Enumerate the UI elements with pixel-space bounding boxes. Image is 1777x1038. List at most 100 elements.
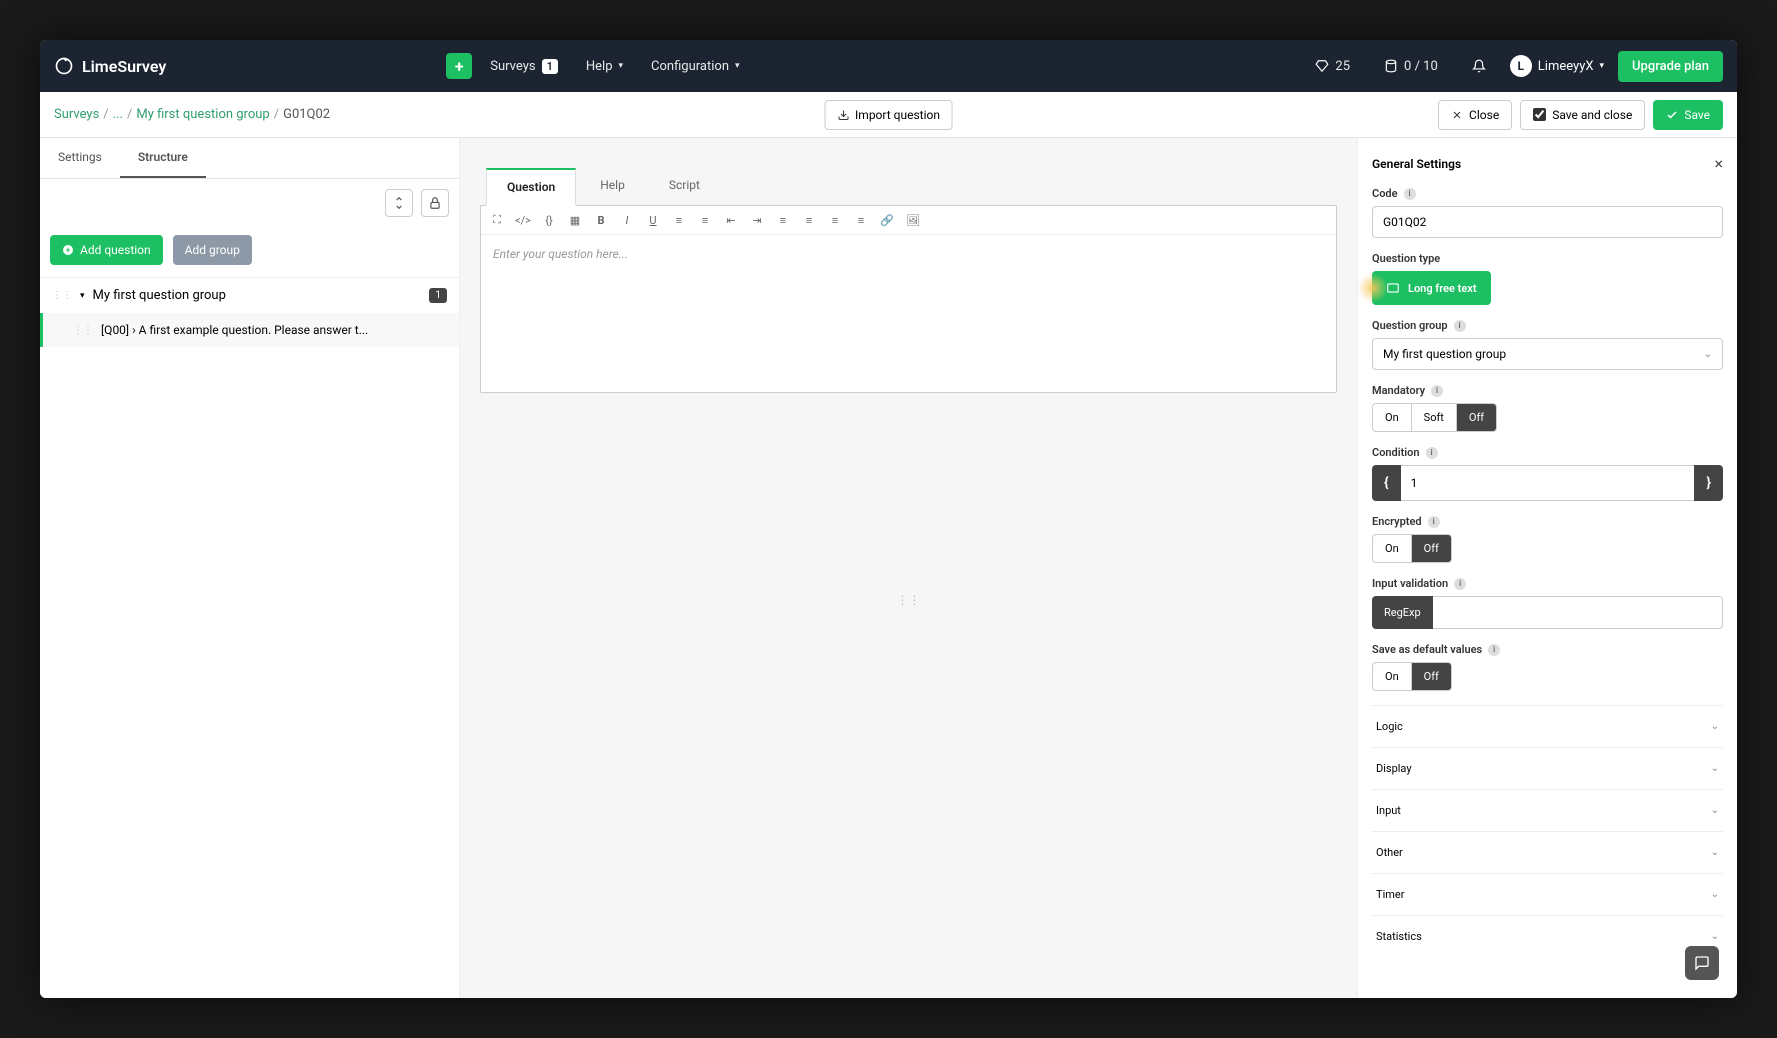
brand-logo[interactable]: LimeSurvey — [54, 56, 166, 76]
encrypted-off[interactable]: Off — [1412, 535, 1451, 562]
question-type-button[interactable]: Long free text — [1372, 271, 1491, 305]
rich-text-editor[interactable]: ⛶ </> {} ▦ B I U ≡ ≡ ⇤ ⇥ ≡ ≡ ≡ ≡ 🔗 🖼 — [480, 205, 1337, 393]
align-left-icon[interactable]: ≡ — [775, 212, 791, 228]
bullet-list-icon[interactable]: ≡ — [671, 212, 687, 228]
mandatory-on[interactable]: On — [1373, 404, 1412, 431]
question-row[interactable]: ⋮⋮ [Q00] › A first example question. Ple… — [40, 313, 459, 347]
link-icon[interactable]: 🔗 — [879, 212, 895, 228]
info-icon[interactable]: i — [1431, 385, 1443, 397]
bold-icon[interactable]: B — [593, 212, 609, 228]
editor-tab-script[interactable]: Script — [649, 168, 720, 205]
editor-tab-question[interactable]: Question — [486, 168, 576, 206]
create-button[interactable]: + — [446, 53, 472, 79]
import-question-button[interactable]: Import question — [824, 100, 953, 130]
limesurvey-icon — [54, 56, 74, 76]
condition-label: Condition — [1372, 446, 1420, 459]
regexp-input[interactable] — [1433, 596, 1723, 629]
lock-button[interactable] — [421, 189, 449, 217]
chevron-down-icon: ⌄ — [1711, 721, 1719, 732]
accordion-logic[interactable]: Logic⌄ — [1372, 705, 1723, 747]
chevron-down-icon[interactable]: ▾ — [80, 291, 85, 301]
indent-icon[interactable]: ⇥ — [749, 212, 765, 228]
crumb-group[interactable]: My first question group — [136, 107, 269, 122]
info-icon[interactable]: i — [1454, 578, 1466, 590]
diamond-icon — [1315, 59, 1329, 73]
feedback-fab[interactable] — [1685, 946, 1719, 980]
savedef-on[interactable]: On — [1373, 663, 1412, 690]
editor-tab-help[interactable]: Help — [580, 168, 645, 205]
align-right-icon[interactable]: ≡ — [827, 212, 843, 228]
database-icon — [1384, 59, 1398, 73]
add-group-button[interactable]: Add group — [173, 235, 252, 265]
accordion-display[interactable]: Display⌄ — [1372, 747, 1723, 789]
chat-icon — [1694, 955, 1710, 971]
accordion-timer[interactable]: Timer⌄ — [1372, 873, 1723, 915]
accordion-input[interactable]: Input⌄ — [1372, 789, 1723, 831]
condition-input[interactable] — [1401, 465, 1695, 501]
crumb-dots[interactable]: ... — [113, 107, 123, 122]
info-icon[interactable]: i — [1428, 516, 1440, 528]
download-icon — [837, 109, 849, 121]
source-icon[interactable]: </> — [515, 212, 531, 228]
regexp-label: RegExp — [1372, 596, 1433, 629]
mandatory-toggle: On Soft Off — [1372, 403, 1497, 432]
accordion-statistics[interactable]: Statistics⌄ — [1372, 915, 1723, 957]
drag-handle-icon[interactable]: ⋮⋮ — [73, 325, 93, 336]
nav-help[interactable]: Help ▾ — [576, 53, 633, 80]
code-label: Code — [1372, 187, 1398, 200]
chevron-down-icon: ⌄ — [1711, 889, 1719, 900]
collapse-icon — [392, 196, 406, 210]
info-icon[interactable]: i — [1404, 188, 1416, 200]
accordion-other[interactable]: Other⌄ — [1372, 831, 1723, 873]
fullscreen-icon[interactable]: ⛶ — [489, 212, 505, 228]
user-menu[interactable]: L LimeeyyX ▾ — [1510, 55, 1604, 77]
question-group-row[interactable]: ⋮⋮ ▾ My first question group 1 — [40, 277, 459, 313]
mandatory-off[interactable]: Off — [1457, 404, 1496, 431]
savedef-off[interactable]: Off — [1412, 663, 1451, 690]
upgrade-plan-button[interactable]: Upgrade plan — [1618, 51, 1723, 82]
save-close-checkbox[interactable] — [1533, 108, 1546, 121]
question-group-select[interactable]: My first question group ⌄ — [1372, 338, 1723, 370]
mandatory-soft[interactable]: Soft — [1412, 404, 1457, 431]
info-icon[interactable]: i — [1426, 447, 1438, 459]
image-icon[interactable]: 🖼 — [905, 212, 921, 228]
brackets-icon[interactable]: {} — [541, 212, 557, 228]
lock-icon — [428, 196, 442, 210]
outdent-icon[interactable]: ⇤ — [723, 212, 739, 228]
chevron-down-icon: ⌄ — [1711, 931, 1719, 942]
crumb-surveys[interactable]: Surveys — [54, 107, 99, 122]
close-button[interactable]: Close — [1438, 100, 1512, 130]
editor-content[interactable]: Enter your question here... — [481, 235, 1336, 273]
qgroup-label: Question group — [1372, 319, 1448, 332]
table-icon[interactable]: ▦ — [567, 212, 583, 228]
notifications-icon[interactable] — [1462, 53, 1496, 79]
italic-icon[interactable]: I — [619, 212, 635, 228]
save-and-close-button[interactable]: Save and close — [1520, 100, 1645, 130]
chevron-down-icon: ⌄ — [1704, 349, 1712, 360]
save-button[interactable]: Save — [1653, 100, 1723, 130]
code-input[interactable] — [1372, 206, 1723, 238]
x-icon — [1451, 109, 1463, 121]
tab-structure[interactable]: Structure — [120, 138, 206, 178]
storage-indicator[interactable]: 0 / 10 — [1374, 53, 1448, 80]
align-center-icon[interactable]: ≡ — [801, 212, 817, 228]
info-icon[interactable]: i — [1454, 320, 1466, 332]
encrypted-toggle: On Off — [1372, 534, 1452, 563]
info-icon[interactable]: i — [1488, 644, 1500, 656]
collapse-all-button[interactable] — [385, 189, 413, 217]
chevron-down-icon: ⌄ — [1711, 763, 1719, 774]
nav-surveys[interactable]: Surveys 1 — [480, 53, 568, 80]
encrypted-on[interactable]: On — [1373, 535, 1412, 562]
surveys-count-badge: 1 — [542, 59, 558, 74]
underline-icon[interactable]: U — [645, 212, 661, 228]
drag-handle-icon[interactable]: ⋮⋮ — [480, 393, 1337, 807]
nav-configuration[interactable]: Configuration ▾ — [641, 53, 750, 80]
add-question-button[interactable]: Add question — [50, 235, 163, 265]
close-panel-icon[interactable]: × — [1714, 154, 1723, 173]
align-justify-icon[interactable]: ≡ — [853, 212, 869, 228]
tab-settings[interactable]: Settings — [40, 138, 120, 178]
number-list-icon[interactable]: ≡ — [697, 212, 713, 228]
drag-handle-icon[interactable]: ⋮⋮ — [52, 290, 72, 301]
credits-indicator[interactable]: 25 — [1305, 53, 1360, 80]
caret-down-icon: ▾ — [619, 61, 624, 71]
